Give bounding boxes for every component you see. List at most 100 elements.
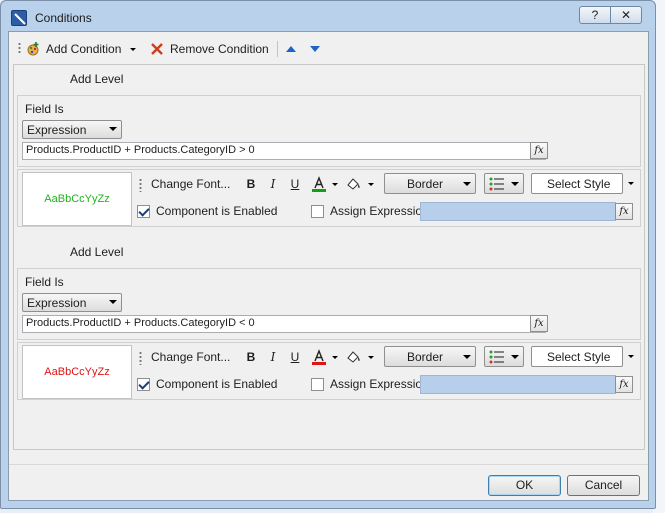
conditions-list-button[interactable]: [484, 346, 524, 367]
italic-button[interactable]: I: [264, 175, 282, 193]
toolbar-separator: [277, 41, 278, 57]
assign-expression-input[interactable]: [420, 202, 616, 221]
fx-icon[interactable]: fx: [615, 203, 633, 220]
select-style-dropdown-arrow[interactable]: [628, 182, 634, 185]
bold-button[interactable]: B: [242, 348, 260, 366]
fx-icon[interactable]: fx: [530, 315, 548, 332]
select-style-label: Select Style: [547, 177, 611, 191]
condition-panel: Field Is Expression Products.ProductID +…: [17, 268, 641, 340]
component-enabled-checkbox[interactable]: Component is Enabled: [137, 204, 277, 218]
field-is-select[interactable]: Expression: [22, 293, 122, 312]
chevron-down-icon: [109, 300, 117, 304]
fill-color-dropdown-arrow[interactable]: [368, 356, 374, 359]
assign-expression-label: Assign Expression: [330, 204, 429, 218]
condition-panel: Field Is Expression Products.ProductID +…: [17, 95, 641, 167]
conditions-list-button[interactable]: [484, 173, 524, 194]
border-select[interactable]: Border: [384, 346, 476, 367]
list-icon: [489, 177, 504, 191]
fill-color-dropdown-arrow[interactable]: [368, 183, 374, 186]
underline-button[interactable]: U: [286, 348, 304, 366]
change-font-button[interactable]: Change Font...: [151, 174, 230, 194]
condition-level: Add Level Field Is Expression Products.P…: [17, 67, 643, 237]
toolbar-grip[interactable]: [18, 42, 21, 54]
checkbox-checked-icon: [137, 204, 150, 218]
assign-expression-label: Assign Expression: [330, 377, 429, 391]
italic-button[interactable]: I: [264, 348, 282, 366]
field-is-value: Expression: [27, 123, 87, 137]
fill-color-button[interactable]: [344, 348, 362, 366]
window-title: Conditions: [35, 11, 92, 25]
fx-icon[interactable]: fx: [615, 376, 633, 393]
remove-condition-label: Remove Condition: [170, 42, 269, 56]
field-is-label: Field Is: [25, 102, 64, 116]
conditions-list[interactable]: Add Level Field Is Expression Products.P…: [13, 64, 645, 450]
add-condition-dropdown-arrow[interactable]: [130, 47, 137, 51]
border-select[interactable]: Border: [384, 173, 476, 194]
font-color-icon: [312, 176, 326, 192]
style-preview: AaBbCcYyZz: [22, 345, 132, 399]
select-style-select[interactable]: Select Style: [531, 173, 623, 194]
conditions-dialog: Conditions ? ✕ Add Condition Remove Cond…: [0, 0, 656, 509]
fx-icon[interactable]: fx: [530, 142, 548, 159]
field-is-select[interactable]: Expression: [22, 120, 122, 139]
arrow-down-icon: [310, 46, 320, 52]
add-condition-button[interactable]: Add Condition: [25, 40, 137, 58]
component-enabled-label: Component is Enabled: [156, 377, 278, 391]
change-font-button[interactable]: Change Font...: [151, 347, 230, 367]
select-style-label: Select Style: [547, 350, 611, 364]
font-color-dropdown-arrow[interactable]: [332, 356, 338, 359]
select-style-dropdown-arrow[interactable]: [628, 355, 634, 358]
add-level-bar[interactable]: Add Level: [17, 240, 643, 266]
field-is-label: Field Is: [25, 275, 64, 289]
remove-condition-button[interactable]: Remove Condition: [149, 40, 269, 58]
border-label: Border: [407, 177, 444, 191]
chevron-down-icon: [463, 182, 471, 186]
cancel-button[interactable]: Cancel: [567, 475, 640, 496]
chevron-down-icon: [511, 182, 519, 186]
style-preview: AaBbCcYyZz: [22, 172, 132, 226]
move-up-button[interactable]: [285, 40, 297, 58]
add-condition-label: Add Condition: [46, 42, 122, 56]
chevron-down-icon: [511, 355, 519, 359]
checkbox-unchecked-icon: [311, 377, 324, 391]
list-icon: [489, 350, 504, 364]
add-level-label: Add Level: [70, 245, 124, 259]
style-toolbar-grip[interactable]: [139, 178, 142, 192]
expression-input[interactable]: Products.ProductID + Products.CategoryID…: [22, 142, 546, 160]
move-down-button[interactable]: [309, 40, 321, 58]
dialog-client-area: Add Condition Remove Condition Add Level…: [8, 31, 649, 501]
field-is-value: Expression: [27, 296, 87, 310]
arrow-up-icon: [286, 46, 296, 52]
close-button[interactable]: ✕: [610, 6, 642, 24]
bold-button[interactable]: B: [242, 175, 260, 193]
paint-bucket-icon: [347, 351, 360, 363]
style-toolbar-grip[interactable]: [139, 351, 142, 365]
checkbox-unchecked-icon: [311, 204, 324, 218]
expression-input[interactable]: Products.ProductID + Products.CategoryID…: [22, 315, 546, 333]
remove-condition-icon: [149, 41, 165, 57]
checkbox-checked-icon: [137, 377, 150, 391]
toolbar: Add Condition Remove Condition: [9, 32, 648, 62]
chevron-down-icon: [109, 127, 117, 131]
font-color-icon: [312, 349, 326, 365]
assign-expression-checkbox[interactable]: Assign Expression: [311, 204, 429, 218]
assign-expression-checkbox[interactable]: Assign Expression: [311, 377, 429, 391]
title-bar: Conditions ? ✕: [1, 1, 655, 31]
help-button[interactable]: ?: [579, 6, 611, 24]
assign-expression-input[interactable]: [420, 375, 616, 394]
font-color-button[interactable]: [310, 175, 328, 193]
style-panel: AaBbCcYyZz Change Font... B I U Border S…: [17, 169, 641, 227]
font-color-button[interactable]: [310, 348, 328, 366]
component-enabled-label: Component is Enabled: [156, 204, 278, 218]
add-level-bar[interactable]: Add Level: [17, 67, 643, 93]
add-level-label: Add Level: [70, 72, 124, 86]
underline-button[interactable]: U: [286, 175, 304, 193]
footer-divider: [9, 464, 648, 465]
font-color-dropdown-arrow[interactable]: [332, 183, 338, 186]
fill-color-button[interactable]: [344, 175, 362, 193]
component-enabled-checkbox[interactable]: Component is Enabled: [137, 377, 277, 391]
app-icon: [11, 10, 27, 26]
style-panel: AaBbCcYyZz Change Font... B I U Border S…: [17, 342, 641, 400]
ok-button[interactable]: OK: [488, 475, 561, 496]
select-style-select[interactable]: Select Style: [531, 346, 623, 367]
